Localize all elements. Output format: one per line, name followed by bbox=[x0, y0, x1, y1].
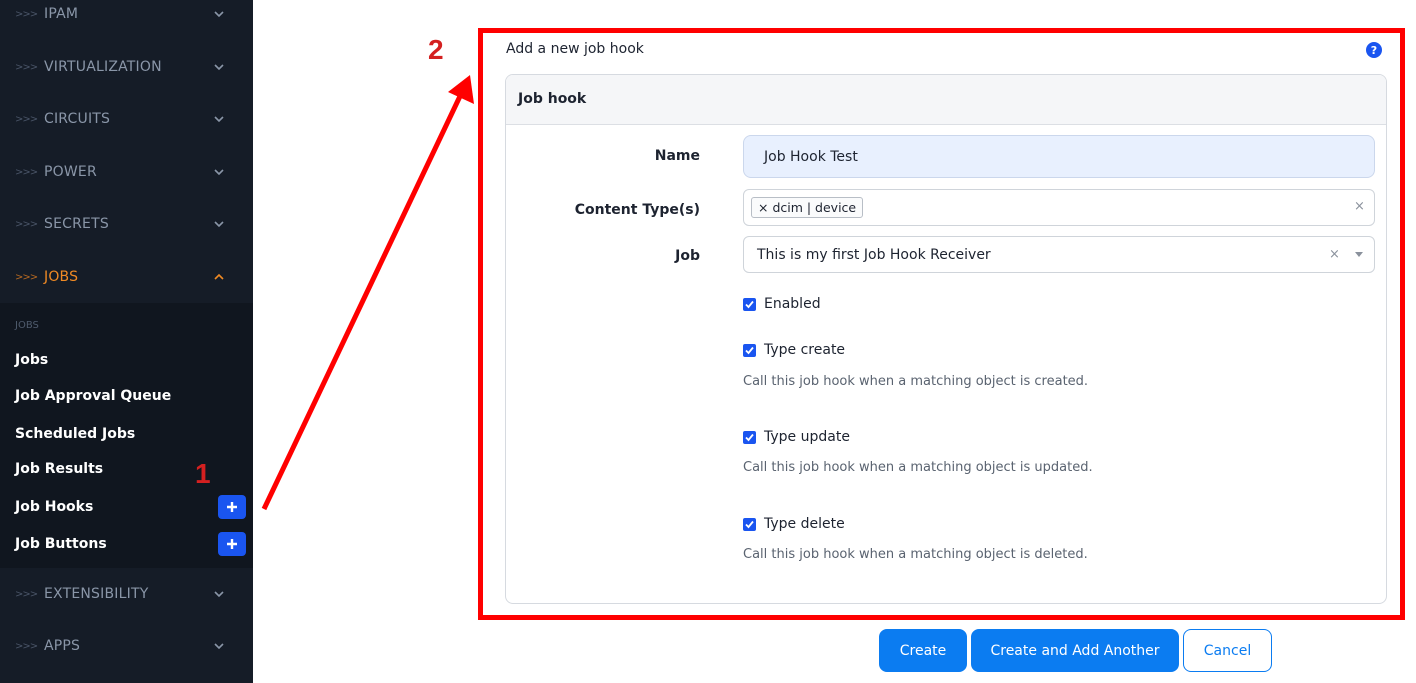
type-delete-help: Call this job hook when a matching objec… bbox=[743, 547, 1088, 562]
nav-prefix: >>> bbox=[15, 588, 38, 600]
chevron-down-icon bbox=[214, 169, 224, 176]
type-create-help: Call this job hook when a matching objec… bbox=[743, 374, 1089, 389]
sidebar-item-job-hooks[interactable]: Job Hooks bbox=[15, 499, 93, 515]
enabled-checkbox[interactable] bbox=[743, 297, 756, 311]
nav-prefix: >>> bbox=[15, 218, 38, 230]
type-update-checkbox-row: Type update bbox=[743, 429, 850, 445]
chevron-down-icon[interactable] bbox=[1355, 252, 1363, 257]
job-label: Job bbox=[675, 248, 700, 264]
help-icon[interactable]: ? bbox=[1366, 42, 1382, 58]
chevron-down-icon bbox=[214, 11, 224, 18]
nav-section-jobs[interactable]: >>> JOBS bbox=[0, 251, 253, 303]
content-type-tag[interactable]: × dcim | device bbox=[751, 197, 864, 218]
name-input-value: Job Hook Test bbox=[764, 149, 858, 165]
nav-section-extensibility[interactable]: >>> EXTENSIBILITY bbox=[0, 568, 253, 620]
add-job-button-button[interactable] bbox=[218, 532, 246, 556]
check-icon bbox=[745, 346, 754, 354]
content-types-label: Content Type(s) bbox=[574, 202, 700, 218]
nav-label: CIRCUITS bbox=[44, 111, 111, 127]
clear-icon[interactable]: × bbox=[1354, 199, 1365, 214]
nav-label: APPS bbox=[44, 638, 81, 654]
name-label: Name bbox=[654, 148, 700, 164]
type-delete-label[interactable]: Type delete bbox=[764, 516, 845, 532]
type-create-checkbox[interactable] bbox=[743, 343, 756, 357]
nav-prefix: >>> bbox=[15, 640, 38, 652]
clear-icon[interactable]: × bbox=[1329, 247, 1340, 262]
plus-icon bbox=[227, 539, 237, 549]
sidebar-item-job-results[interactable]: Job Results bbox=[15, 461, 103, 477]
annotation-step-2: 2 bbox=[428, 34, 444, 65]
name-input[interactable]: Job Hook Test bbox=[743, 135, 1375, 178]
sidebar-item-jobs[interactable]: Jobs bbox=[15, 352, 48, 368]
sidebar-item-job-approval-queue[interactable]: Job Approval Queue bbox=[15, 388, 171, 404]
nav-prefix: >>> bbox=[15, 113, 38, 125]
sidebar: >>> IPAM >>> VIRTUALIZATION >>> CIRCUITS… bbox=[0, 0, 253, 683]
type-update-help: Call this job hook when a matching objec… bbox=[743, 460, 1093, 475]
nav-label: JOBS bbox=[44, 269, 79, 285]
nav-prefix: >>> bbox=[15, 61, 38, 73]
chevron-down-icon bbox=[214, 221, 224, 228]
nav-section-power[interactable]: >>> POWER bbox=[0, 146, 253, 198]
job-select-value: This is my first Job Hook Receiver bbox=[757, 247, 991, 263]
type-create-label[interactable]: Type create bbox=[764, 342, 845, 358]
chevron-down-icon bbox=[214, 64, 224, 71]
nav-section-virtualization[interactable]: >>> VIRTUALIZATION bbox=[0, 41, 253, 93]
form-title: Add a new job hook bbox=[506, 41, 644, 57]
check-icon bbox=[745, 520, 754, 528]
type-delete-checkbox[interactable] bbox=[743, 517, 756, 531]
nav-prefix: >>> bbox=[15, 166, 38, 178]
create-and-add-another-button[interactable]: Create and Add Another bbox=[971, 629, 1179, 672]
sidebar-item-job-buttons[interactable]: Job Buttons bbox=[15, 536, 107, 552]
nav-prefix: >>> bbox=[15, 271, 38, 283]
nav-section-ipam[interactable]: >>> IPAM bbox=[0, 0, 253, 40]
nav-label: POWER bbox=[44, 164, 97, 180]
check-icon bbox=[745, 433, 754, 441]
panel-heading-text: Job hook bbox=[518, 91, 587, 107]
check-icon bbox=[745, 300, 754, 308]
chevron-down-icon bbox=[214, 116, 224, 123]
enabled-checkbox-row: Enabled bbox=[743, 296, 821, 312]
nav-prefix: >>> bbox=[15, 8, 38, 20]
nav-label: SECRETS bbox=[44, 216, 109, 232]
type-create-checkbox-row: Type create bbox=[743, 342, 845, 358]
panel-heading: Job hook bbox=[506, 75, 1386, 125]
nav-section-circuits[interactable]: >>> CIRCUITS bbox=[0, 93, 253, 145]
add-job-hook-button[interactable] bbox=[218, 495, 246, 519]
job-select[interactable]: This is my first Job Hook Receiver × bbox=[743, 236, 1375, 273]
type-delete-checkbox-row: Type delete bbox=[743, 516, 845, 532]
type-update-label[interactable]: Type update bbox=[764, 429, 850, 445]
type-update-checkbox[interactable] bbox=[743, 430, 756, 444]
nav-label: EXTENSIBILITY bbox=[44, 586, 149, 602]
annotation-step-1: 1 bbox=[195, 458, 211, 489]
nav-label: IPAM bbox=[44, 6, 79, 22]
chevron-down-icon bbox=[214, 591, 224, 598]
enabled-label[interactable]: Enabled bbox=[764, 296, 821, 312]
nav-label: VIRTUALIZATION bbox=[44, 59, 162, 75]
cancel-button[interactable]: Cancel bbox=[1183, 629, 1272, 672]
chevron-down-icon bbox=[214, 643, 224, 650]
create-button[interactable]: Create bbox=[879, 629, 967, 672]
content-types-select[interactable]: × dcim | device × bbox=[743, 189, 1375, 226]
plus-icon bbox=[227, 502, 237, 512]
chevron-up-icon bbox=[214, 273, 224, 280]
nav-section-apps[interactable]: >>> APPS bbox=[0, 620, 253, 672]
sidebar-item-scheduled-jobs[interactable]: Scheduled Jobs bbox=[15, 426, 135, 442]
submenu-heading: JOBS bbox=[15, 320, 39, 331]
nav-section-secrets[interactable]: >>> SECRETS bbox=[0, 198, 253, 250]
